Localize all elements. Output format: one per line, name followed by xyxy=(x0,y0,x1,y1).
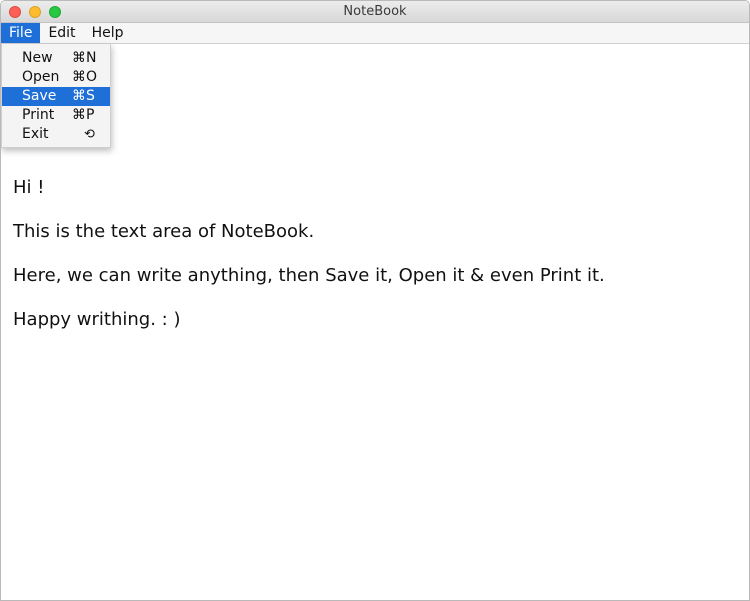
menu-item-save[interactable]: Save ⌘S xyxy=(2,87,110,106)
text-line: Here, we can write anything, then Save i… xyxy=(13,265,605,286)
menu-item-new[interactable]: New ⌘N xyxy=(2,49,110,68)
shortcut-label: ⌘O xyxy=(72,69,98,85)
text-line: Happy writhing. : ) xyxy=(13,309,181,330)
exit-icon: ⟲ xyxy=(84,127,95,142)
menu-item-print[interactable]: Print ⌘P xyxy=(2,106,110,125)
menu-item-label: Open xyxy=(22,69,60,85)
title-bar[interactable]: NoteBook xyxy=(1,1,749,23)
menu-help[interactable]: Help xyxy=(84,23,132,43)
notebook-window: NoteBook File Edit Help Hi ! This is the… xyxy=(0,0,750,601)
shortcut-label: ⌘N xyxy=(72,50,97,66)
text-area[interactable]: Hi ! This is the text area of NoteBook. … xyxy=(13,176,733,352)
menu-bar: File Edit Help xyxy=(1,23,749,44)
menu-item-label: Exit xyxy=(22,126,49,142)
menu-item-open[interactable]: Open ⌘O xyxy=(2,68,110,87)
text-line: This is the text area of NoteBook. xyxy=(13,221,315,242)
menu-file[interactable]: File xyxy=(1,23,41,43)
shortcut-label: ⌘P xyxy=(72,107,95,123)
menu-edit[interactable]: Edit xyxy=(40,23,83,43)
file-menu-dropdown: New ⌘N Open ⌘O Save ⌘S Print ⌘P Exit ⟲ xyxy=(1,44,111,148)
menu-item-exit[interactable]: Exit ⟲ xyxy=(2,125,110,144)
menu-item-label: Print xyxy=(22,107,55,123)
menu-item-label: New xyxy=(22,50,53,66)
menu-item-label: Save xyxy=(22,88,57,104)
window-title: NoteBook xyxy=(343,4,407,19)
text-line: Hi ! xyxy=(13,177,45,198)
shortcut-label: ⌘S xyxy=(72,88,95,104)
